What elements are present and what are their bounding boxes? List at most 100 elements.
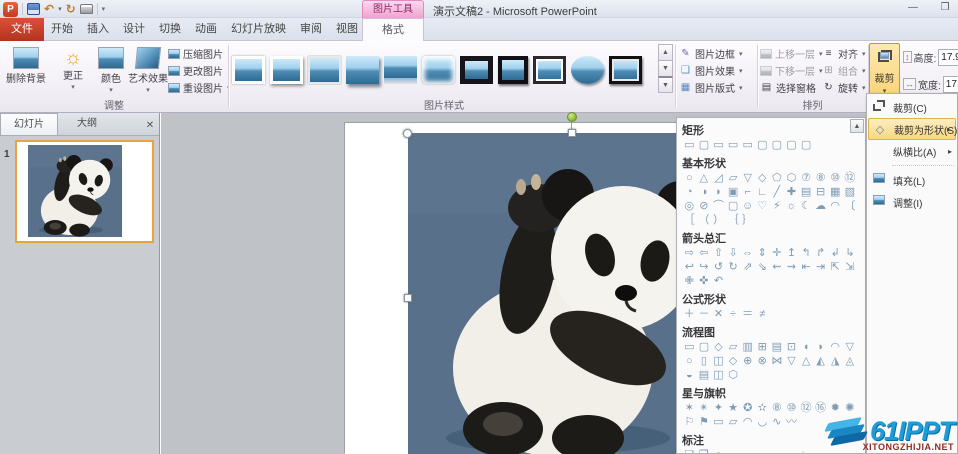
button-选择窗格[interactable]: ▤选择窗格: [760, 79, 822, 96]
button-图片边框[interactable]: ✎图片边框▾: [679, 45, 755, 62]
restore-button[interactable]: ❐: [936, 2, 954, 13]
tab-设计[interactable]: 设计: [116, 18, 152, 40]
shape-icon[interactable]: ＋: [682, 308, 697, 322]
shape-icon[interactable]: ✴: [697, 402, 712, 416]
menu-item-填充(L)[interactable]: 填充(L): [868, 169, 956, 191]
shape-icon[interactable]: ⑧: [813, 172, 828, 186]
shape-icon[interactable]: ☁: [813, 200, 828, 214]
small-button-压缩图片[interactable]: 压缩图片: [168, 45, 228, 62]
menu-item-裁剪为形状(S)[interactable]: ◇裁剪为形状(S)▸: [868, 118, 956, 140]
shape-icon[interactable]: ○: [711, 449, 726, 454]
shape-icon[interactable]: ❐: [697, 449, 712, 454]
shape-icon[interactable]: ▱: [726, 416, 741, 430]
customize-qat-icon[interactable]: ▾: [102, 5, 106, 13]
picture-style-thumb-frame-black-thick[interactable]: [460, 56, 493, 84]
shape-icon[interactable]: ▱: [755, 449, 770, 454]
shape-icon[interactable]: ⬠: [770, 172, 785, 186]
shape-icon[interactable]: ⇗: [740, 261, 755, 275]
shape-icon[interactable]: ⇥: [813, 261, 828, 275]
shape-icon[interactable]: ⇕: [755, 247, 770, 261]
shape-icon[interactable]: ⇘: [755, 261, 770, 275]
shape-icon[interactable]: ⬡: [784, 172, 799, 186]
shape-icon[interactable]: ◇: [755, 172, 770, 186]
shape-icon[interactable]: ⑦: [799, 172, 814, 186]
shape-icon[interactable]: ◿: [711, 172, 726, 186]
tab-审阅[interactable]: 审阅: [293, 18, 329, 40]
shape-icon[interactable]: ☾: [799, 200, 814, 214]
shape-icon[interactable]: ⊗: [755, 355, 770, 369]
shape-icon[interactable]: ⇤: [799, 261, 814, 275]
shape-icon[interactable]: ◒: [682, 369, 697, 383]
shape-icon[interactable]: ∟: [755, 186, 770, 200]
shape-icon[interactable]: ▽: [784, 355, 799, 369]
shape-icon[interactable]: ◠: [828, 200, 843, 214]
shape-icon[interactable]: ⇩: [726, 247, 741, 261]
picture-style-thumb-reflection[interactable]: [384, 56, 417, 84]
scroll-up-icon[interactable]: ▲: [850, 119, 864, 133]
close-panel-icon[interactable]: ✕: [141, 117, 159, 135]
shape-icon[interactable]: ⇜: [770, 261, 785, 275]
minimize-button[interactable]: —: [904, 2, 922, 13]
shape-icon[interactable]: ✪: [740, 402, 755, 416]
shape-icon[interactable]: ⇔: [740, 247, 755, 261]
shape-icon[interactable]: ▢: [770, 139, 785, 153]
shape-icon[interactable]: ♡: [755, 200, 770, 214]
shape-icon[interactable]: ◠: [828, 341, 843, 355]
tab-幻灯片放映[interactable]: 幻灯片放映: [224, 18, 293, 40]
shape-icon[interactable]: △: [799, 355, 814, 369]
shape-icon[interactable]: ⇲: [843, 261, 858, 275]
shape-icon[interactable]: ▯: [697, 355, 712, 369]
shape-icon[interactable]: ▽: [740, 172, 755, 186]
picture-style-thumb-frame-white[interactable]: [232, 56, 265, 84]
width-input[interactable]: 17.99: [943, 76, 958, 93]
menu-item-纵横比(A)[interactable]: 纵横比(A)▸: [868, 140, 956, 162]
shape-icon[interactable]: （: [697, 214, 712, 228]
tab-file[interactable]: 文件: [0, 18, 44, 41]
resize-handle-top-center[interactable]: [568, 129, 576, 137]
shape-icon[interactable]: ◡: [755, 416, 770, 430]
shape-icon[interactable]: ⇝: [784, 261, 799, 275]
shape-icon[interactable]: ⚐: [682, 416, 697, 430]
resize-handle-left-center[interactable]: [404, 294, 412, 302]
button-图片效果[interactable]: ❑图片效果▾: [679, 62, 755, 79]
shape-icon[interactable]: ▤: [799, 186, 814, 200]
small-button-重设图片[interactable]: 重设图片▾: [168, 79, 228, 96]
shape-icon[interactable]: ▥: [740, 341, 755, 355]
shape-icon[interactable]: ⇱: [828, 261, 843, 275]
save-icon[interactable]: [27, 3, 40, 15]
tab-视图[interactable]: 视图: [329, 18, 365, 40]
shape-icon[interactable]: ✙: [682, 275, 697, 289]
shape-icon[interactable]: ✶: [682, 402, 697, 416]
shape-icon[interactable]: ◖: [799, 341, 814, 355]
picture-style-thumb-frame-white-shadow[interactable]: [270, 56, 303, 84]
menu-item-裁剪(C)[interactable]: 裁剪(C): [868, 96, 956, 118]
print-icon[interactable]: [80, 4, 93, 14]
shape-icon[interactable]: ｛: [726, 214, 741, 228]
picture-style-thumb-soft[interactable]: [422, 56, 455, 84]
shape-icon[interactable]: ◔: [682, 186, 697, 200]
shape-icon[interactable]: ⬡: [726, 369, 741, 383]
tab-切换[interactable]: 切换: [152, 18, 188, 40]
undo-dropdown-icon[interactable]: ▾: [58, 5, 62, 13]
tab-动画[interactable]: 动画: [188, 18, 224, 40]
shape-icon[interactable]: ⑫: [843, 172, 858, 186]
shape-icon[interactable]: ◗: [711, 186, 726, 200]
shape-icon[interactable]: ↰: [799, 247, 814, 261]
shape-icon[interactable]: ◠: [740, 416, 755, 430]
shape-icon[interactable]: ✺: [843, 402, 858, 416]
picture-style-thumb-frame-black-mat[interactable]: [609, 56, 642, 84]
shape-icon[interactable]: ○: [682, 355, 697, 369]
shape-icon[interactable]: ○: [682, 172, 697, 186]
shape-icon[interactable]: ▤: [697, 369, 712, 383]
shape-icon[interactable]: ◇: [726, 355, 741, 369]
shape-icon[interactable]: ◭: [813, 355, 828, 369]
shape-icon[interactable]: ▢: [697, 341, 712, 355]
shape-icon[interactable]: ↳: [843, 247, 858, 261]
shape-icon[interactable]: ↥: [784, 247, 799, 261]
button-图片版式[interactable]: ▦图片版式▾: [679, 79, 755, 96]
shape-icon[interactable]: ⊟: [813, 186, 828, 200]
shape-icon[interactable]: ⑫: [799, 402, 814, 416]
shape-icon[interactable]: ✹: [828, 402, 843, 416]
slide-thumbnail[interactable]: [15, 140, 154, 243]
shape-icon[interactable]: ☺: [740, 200, 755, 214]
